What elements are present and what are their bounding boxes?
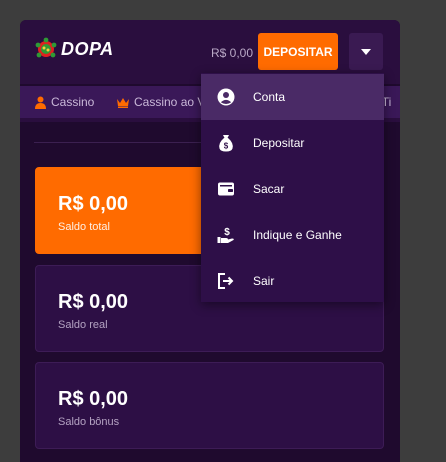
nav-item-cassino[interactable]: Cassino [34,95,94,109]
hand-money-icon: $ [217,226,235,244]
menu-item-indique-e-ganhe[interactable]: $ Indique e Ganhe [201,212,384,258]
menu-item-sacar[interactable]: Sacar [201,166,384,212]
account-icon [217,88,235,106]
svg-text:$: $ [224,142,229,151]
balance-label: Saldo total [58,221,110,233]
balance-amount: R$ 0,00 [58,291,129,313]
crown-icon [117,98,129,108]
logout-icon [217,272,235,290]
nav-item-label: Cassino [51,95,95,109]
balance-amount: R$ 0,00 [58,193,129,215]
menu-item-depositar[interactable]: $ Depositar [201,120,384,166]
money-bag-icon: $ [217,134,235,152]
menu-item-label: Indique e Ganhe [253,228,342,242]
menu-item-sair[interactable]: Sair [201,258,384,302]
balance-card-bonus: R$ 0,00 Saldo bônus [35,362,384,449]
logo-text: DOPA [61,38,114,59]
header-balance: R$ 0,00 [211,46,254,60]
deposit-button[interactable]: DEPOSITAR [258,33,338,70]
logo[interactable]: DOPA [34,37,114,61]
menu-item-label: Sair [253,274,275,288]
balance-label: Saldo real [58,319,108,331]
svg-text:$: $ [224,227,230,238]
user-dropdown-menu: Conta $ Depositar Sacar $ Indique e Ganh… [201,73,384,302]
menu-item-label: Conta [253,90,286,104]
user-icon [35,96,46,109]
menu-item-conta[interactable]: Conta [201,74,384,120]
menu-item-label: Depositar [253,136,305,150]
balance-label: Saldo bônus [58,416,120,428]
menu-item-label: Sacar [253,182,285,196]
user-menu-toggle[interactable] [349,33,383,70]
wallet-icon [217,180,235,198]
balance-amount: R$ 0,00 [58,388,129,410]
turtle-logo-icon [35,37,57,58]
caret-down-icon [361,48,371,55]
